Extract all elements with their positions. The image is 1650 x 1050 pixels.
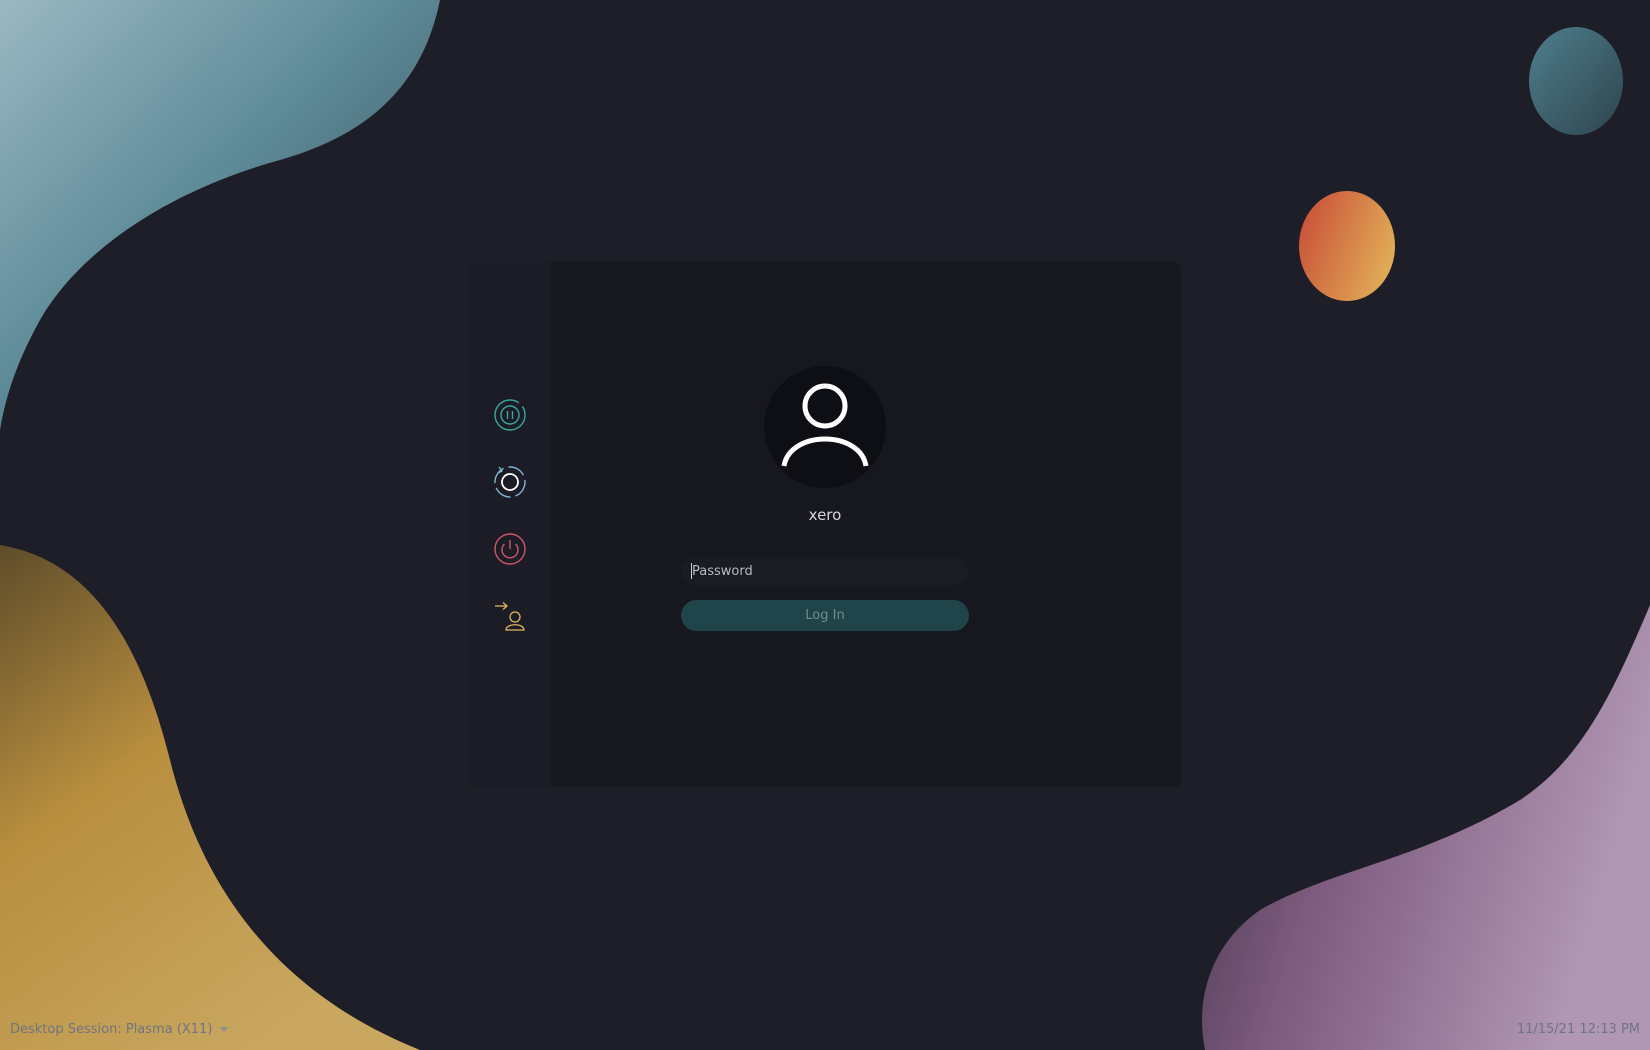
switch-user-icon (495, 602, 525, 631)
session-selector[interactable]: Desktop Session: Plasma (X11) (10, 1022, 229, 1037)
power-icon (494, 533, 526, 565)
restart-icon (494, 466, 526, 498)
action-rail (469, 262, 551, 787)
orange-orb (1299, 191, 1395, 301)
password-input[interactable]: Password (681, 557, 969, 585)
switch-user-button[interactable] (490, 596, 530, 636)
chevron-down-icon (220, 1027, 229, 1032)
teal-blob (0, 0, 440, 430)
session-label: Desktop Session: Plasma (X11) (10, 1022, 213, 1037)
login-button[interactable]: Log In (681, 600, 969, 631)
username-label: xero (808, 506, 842, 524)
datetime: 11/15/21 12:13 PM (1516, 1022, 1640, 1037)
user-avatar (764, 366, 886, 488)
teal-orb (1529, 27, 1623, 135)
shutdown-button[interactable] (490, 529, 530, 569)
login-card: xero Password Log In (469, 262, 1181, 787)
suspend-button[interactable] (490, 395, 530, 435)
purple-blob (1202, 605, 1650, 1050)
user-icon (781, 383, 869, 467)
suspend-icon (494, 399, 526, 431)
restart-button[interactable] (490, 462, 530, 502)
gold-blob (0, 545, 420, 1050)
password-placeholder: Password (692, 563, 753, 579)
